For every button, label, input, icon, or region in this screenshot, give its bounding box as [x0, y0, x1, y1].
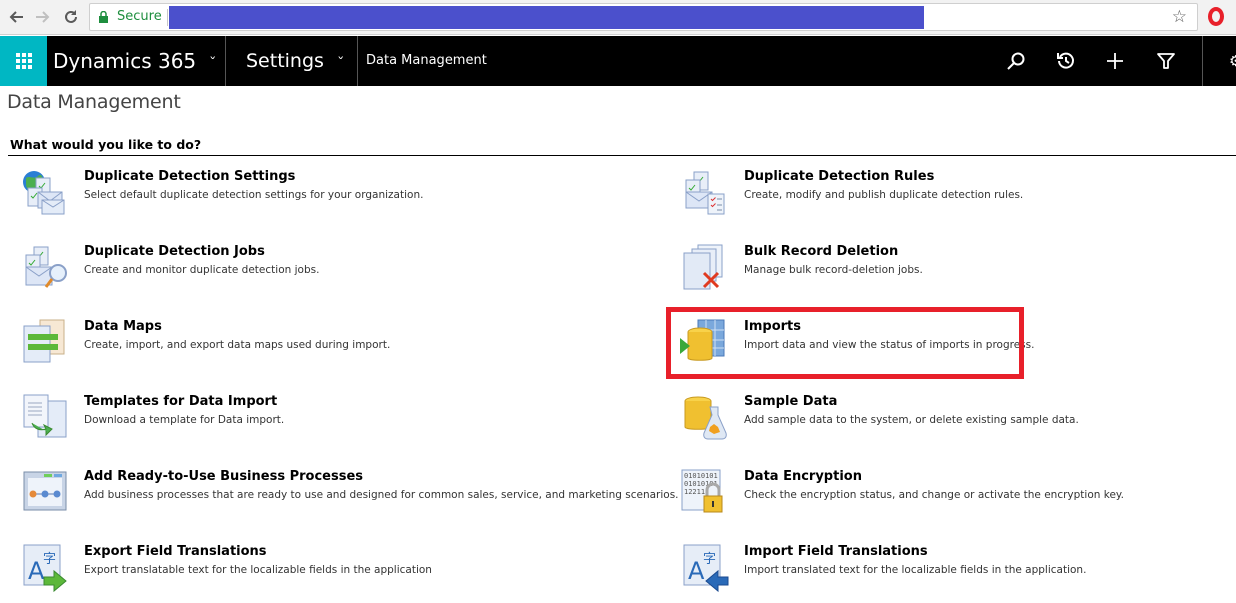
- tile-title[interactable]: Export Field Translations: [84, 544, 267, 559]
- tile-data-maps[interactable]: Data Maps Create, import, and export dat…: [20, 318, 640, 378]
- app-launcher-waffle-icon[interactable]: [0, 36, 47, 86]
- tile-bulk-record-deletion[interactable]: Bulk Record Deletion Manage bulk record-…: [680, 243, 1236, 303]
- tile-title[interactable]: Templates for Data Import: [84, 394, 277, 409]
- area-name: Settings: [246, 50, 324, 72]
- app-name: Dynamics 365: [53, 49, 197, 73]
- tile-description: Create, import, and export data maps use…: [84, 339, 391, 351]
- tile-duplicate-detection-jobs[interactable]: Duplicate Detection Jobs Create and moni…: [20, 243, 640, 303]
- tile-add-business-processes[interactable]: Add Ready-to-Use Business Processes Add …: [20, 468, 679, 528]
- tile-title[interactable]: Data Maps: [84, 319, 162, 334]
- tile-description: Manage bulk record-deletion jobs.: [744, 264, 923, 276]
- browser-toolbar: Secure ☆: [0, 0, 1236, 35]
- app-switcher[interactable]: Dynamics 365 ˅: [47, 36, 226, 86]
- create-plus-icon[interactable]: [1104, 50, 1126, 72]
- tile-title[interactable]: Sample Data: [744, 394, 837, 409]
- tile-title[interactable]: Duplicate Detection Settings: [84, 169, 295, 184]
- nav-divider: [1202, 36, 1203, 86]
- tile-duplicate-detection-rules[interactable]: Duplicate Detection Rules Create, modify…: [680, 168, 1236, 228]
- duplicate-detection-settings-icon: [23, 171, 65, 215]
- tile-description: Create and monitor duplicate detection j…: [84, 264, 320, 276]
- secure-label: Secure: [117, 9, 162, 24]
- chevron-down-icon: ˅: [209, 54, 217, 68]
- svg-text:字: 字: [703, 552, 716, 567]
- import-translations-icon: A 字: [683, 544, 729, 593]
- tile-title[interactable]: Duplicate Detection Rules: [744, 169, 934, 184]
- tile-description: Add sample data to the system, or delete…: [744, 414, 1079, 426]
- tile-sample-data[interactable]: Sample Data Add sample data to the syste…: [680, 393, 1236, 453]
- tile-title[interactable]: Add Ready-to-Use Business Processes: [84, 469, 363, 484]
- chevron-down-icon: ˅: [336, 54, 345, 68]
- app-navbar: Dynamics 365 ˅ Settings ˅ Data Managemen…: [0, 36, 1236, 86]
- tile-title[interactable]: Import Field Translations: [744, 544, 928, 559]
- section-divider: [8, 155, 1236, 156]
- tile-title[interactable]: Duplicate Detection Jobs: [84, 244, 265, 259]
- lock-icon: [99, 11, 108, 23]
- svg-text:12211: 12211: [684, 488, 705, 496]
- svg-text:字: 字: [43, 552, 56, 567]
- bulk-delete-icon: [683, 244, 723, 290]
- sample-data-icon: [684, 396, 727, 440]
- advanced-find-filter-icon[interactable]: [1155, 50, 1177, 72]
- address-separator: [167, 9, 168, 26]
- bookmark-star-icon[interactable]: ☆: [1172, 7, 1187, 27]
- tile-templates-for-data-import[interactable]: Templates for Data Import Download a tem…: [20, 393, 640, 453]
- tile-description: Download a template for Data import.: [84, 414, 285, 426]
- settings-gear-icon[interactable]: ⚙: [1229, 52, 1236, 68]
- tile-title[interactable]: Bulk Record Deletion: [744, 244, 898, 259]
- tile-description: Add business processes that are ready to…: [84, 489, 679, 501]
- imports-highlight-annotation: [666, 307, 1024, 379]
- tile-duplicate-detection-settings[interactable]: Duplicate Detection Settings Select defa…: [20, 168, 640, 228]
- tile-description: Export translatable text for the localiz…: [84, 564, 432, 576]
- tile-import-field-translations[interactable]: A 字 Import Field Translations Import tra…: [680, 543, 1236, 603]
- opera-icon[interactable]: [1208, 7, 1224, 26]
- breadcrumb[interactable]: Data Management: [366, 53, 487, 68]
- templates-icon: [23, 394, 67, 438]
- tile-description: Check the encryption status, and change …: [744, 489, 1124, 501]
- page-title: Data Management: [7, 91, 181, 113]
- area-switcher[interactable]: Settings ˅: [226, 36, 358, 86]
- tile-title[interactable]: Data Encryption: [744, 469, 862, 484]
- data-encryption-icon: 01010101 01010101 12211: [681, 469, 723, 513]
- data-maps-icon: [23, 319, 65, 363]
- section-heading: What would you like to do?: [10, 137, 202, 152]
- address-bar[interactable]: Secure ☆: [89, 3, 1198, 31]
- tile-description: Import translated text for the localizab…: [744, 564, 1087, 576]
- url-text-redacted[interactable]: [169, 6, 924, 29]
- tile-description: Select default duplicate detection setti…: [84, 189, 424, 201]
- recent-history-icon[interactable]: [1055, 50, 1077, 72]
- tile-export-field-translations[interactable]: A 字 Export Field Translations Export tra…: [20, 543, 640, 603]
- search-icon[interactable]: [1005, 50, 1027, 72]
- svg-text:01010101: 01010101: [684, 472, 718, 480]
- tile-data-encryption[interactable]: 01010101 01010101 12211 Data Encryption …: [680, 468, 1236, 528]
- business-processes-icon: [23, 471, 67, 511]
- duplicate-detection-jobs-icon: [25, 246, 67, 288]
- reload-icon[interactable]: [60, 6, 82, 28]
- tile-description: Create, modify and publish duplicate det…: [744, 189, 1024, 201]
- back-arrow-icon[interactable]: [5, 6, 27, 28]
- export-translations-icon: A 字: [23, 544, 67, 593]
- forward-arrow-icon[interactable]: [32, 6, 54, 28]
- duplicate-detection-rules-icon: [685, 171, 725, 215]
